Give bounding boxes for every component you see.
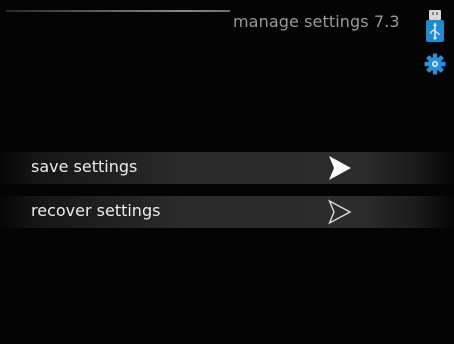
settings-menu: save settings recover settings <box>0 152 454 228</box>
header-divider <box>6 10 230 12</box>
arrow-right-filled-icon <box>329 156 351 180</box>
menu-item-save-settings[interactable]: save settings <box>0 152 454 184</box>
menu-item-recover-settings[interactable]: recover settings <box>0 196 454 228</box>
arrow-right-outline-icon <box>328 199 352 225</box>
gear-icon <box>424 53 446 75</box>
display-screen: manage settings 7.3 save settings recove… <box>0 0 454 344</box>
page-title: manage settings 7.3 <box>233 12 400 31</box>
usb-icon <box>426 10 444 42</box>
menu-item-label: recover settings <box>31 201 161 220</box>
menu-item-label: save settings <box>31 157 138 176</box>
